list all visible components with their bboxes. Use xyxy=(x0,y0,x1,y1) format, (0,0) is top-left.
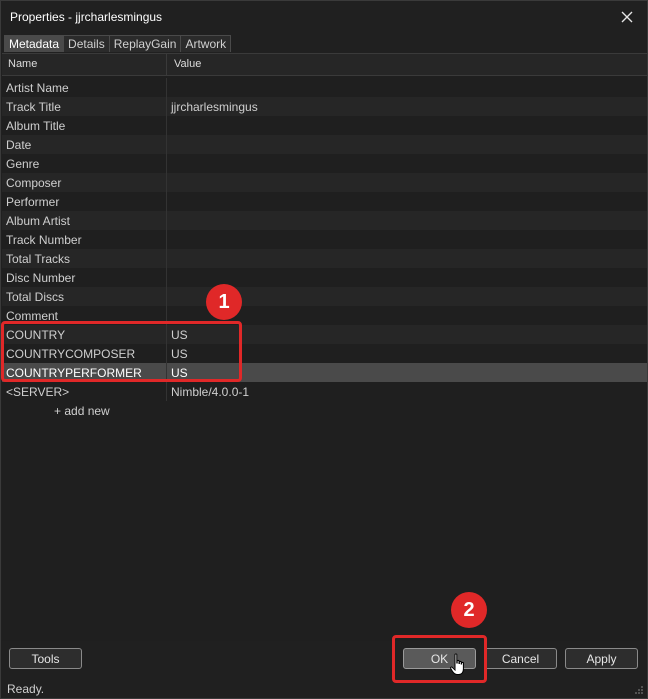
table-row[interactable]: <SERVER> Nimble/4.0.0-1 xyxy=(2,382,647,401)
table-row[interactable]: Album Title xyxy=(2,116,647,135)
table-row[interactable]: Total Discs xyxy=(2,287,647,306)
table-row[interactable]: Album Artist xyxy=(2,211,647,230)
table-row[interactable]: Track Title jjrcharlesmingus xyxy=(2,97,647,116)
highlight-box-rows xyxy=(1,321,242,382)
status-text: Ready. xyxy=(7,682,45,696)
close-button[interactable] xyxy=(613,4,641,30)
hand-pointer-icon xyxy=(450,653,464,675)
annotation-badge-1: 1 xyxy=(206,284,242,320)
add-new-row[interactable]: + add new xyxy=(2,401,647,420)
table-row[interactable]: Artist Name xyxy=(2,78,647,97)
field-name: Album Title xyxy=(6,119,66,133)
field-name: Track Title xyxy=(6,100,61,114)
table-row[interactable]: Total Tracks xyxy=(2,249,647,268)
tab-details[interactable]: Details xyxy=(63,35,110,52)
field-name: Genre xyxy=(6,157,40,171)
field-name: Disc Number xyxy=(6,271,76,285)
title-bar: Properties - jjrcharlesmingus xyxy=(1,1,647,33)
column-header-value[interactable]: Value xyxy=(174,58,201,70)
field-value[interactable]: jjrcharlesmingus xyxy=(171,100,258,114)
apply-button[interactable]: Apply xyxy=(565,648,638,669)
table-row[interactable]: Composer xyxy=(2,173,647,192)
field-name: Performer xyxy=(6,195,60,209)
field-name: Total Tracks xyxy=(6,252,71,266)
column-divider[interactable] xyxy=(166,54,167,76)
field-name: <SERVER> xyxy=(6,385,70,399)
properties-window: Properties - jjrcharlesmingus Metadata D… xyxy=(0,0,648,699)
field-name: Total Discs xyxy=(6,290,65,304)
grid-header: Name Value xyxy=(2,54,647,76)
field-name: Artist Name xyxy=(6,81,69,95)
tab-replaygain[interactable]: ReplayGain xyxy=(108,35,182,52)
tools-button[interactable]: Tools xyxy=(9,648,82,669)
column-header-name[interactable]: Name xyxy=(8,58,37,70)
tab-strip: Metadata Details ReplayGain Artwork xyxy=(4,35,232,52)
field-name: Date xyxy=(6,138,32,152)
table-row[interactable]: Date xyxy=(2,135,647,154)
table-row[interactable]: Genre xyxy=(2,154,647,173)
field-name: Album Artist xyxy=(6,214,71,228)
field-value[interactable]: Nimble/4.0.0-1 xyxy=(171,385,249,399)
table-row[interactable]: Performer xyxy=(2,192,647,211)
tab-metadata[interactable]: Metadata xyxy=(4,35,65,52)
window-title: Properties - jjrcharlesmingus xyxy=(10,10,163,24)
table-row[interactable]: Track Number xyxy=(2,230,647,249)
cancel-button[interactable]: Cancel xyxy=(484,648,557,669)
annotation-badge-2: 2 xyxy=(451,592,487,628)
resize-grip-icon[interactable] xyxy=(634,685,644,695)
field-name: Composer xyxy=(6,176,62,190)
table-row[interactable]: Disc Number xyxy=(2,268,647,287)
highlight-box-ok xyxy=(392,635,487,683)
field-name: Track Number xyxy=(6,233,82,247)
tab-artwork[interactable]: Artwork xyxy=(180,35,232,52)
close-icon xyxy=(621,11,633,23)
add-new-link[interactable]: + add new xyxy=(54,404,110,418)
